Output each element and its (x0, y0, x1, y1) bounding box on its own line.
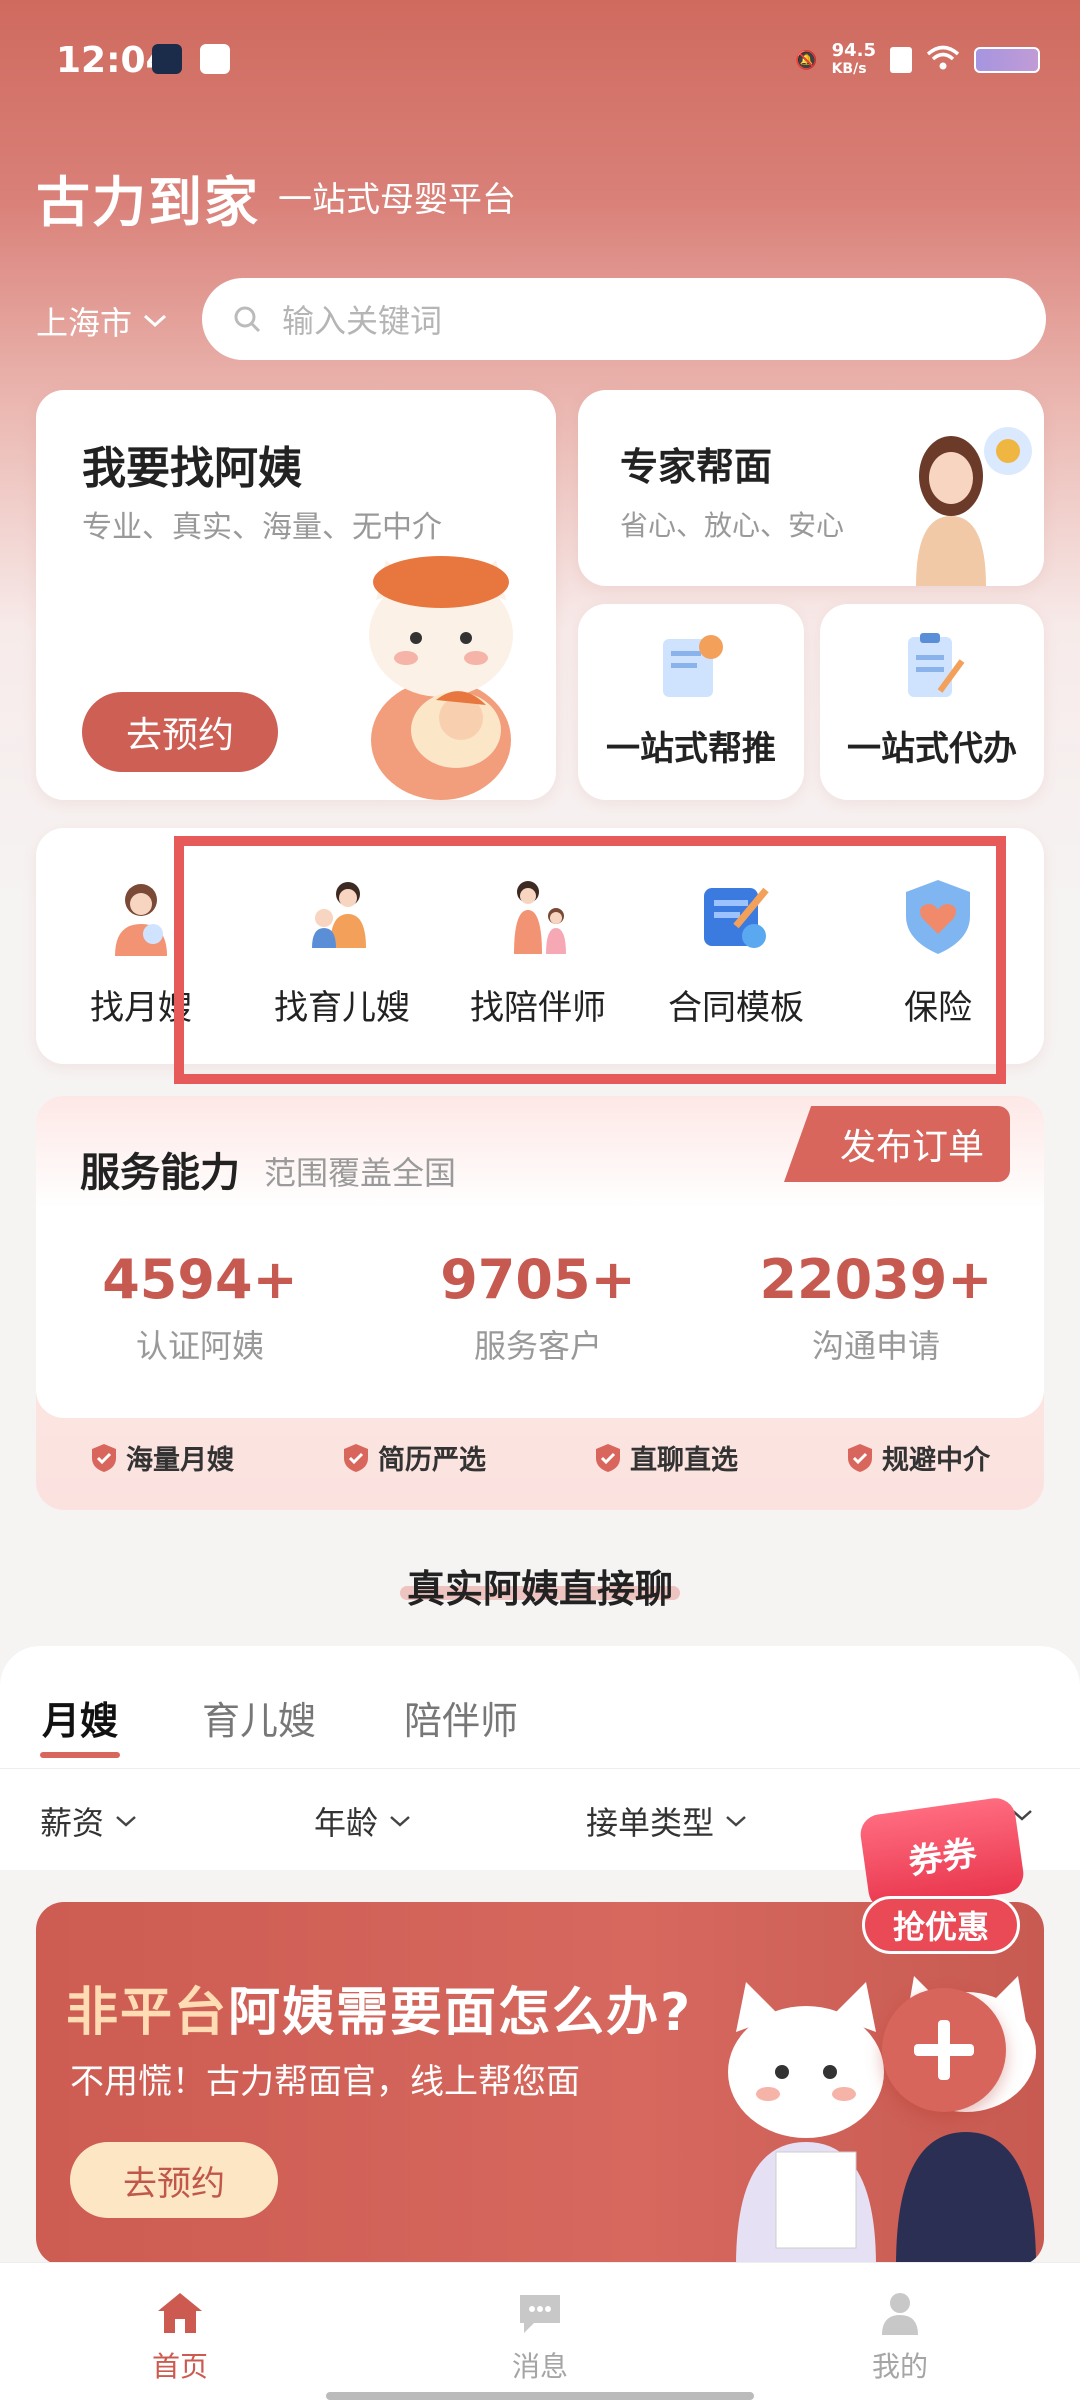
expert-subtitle: 省心、放心、安心 (620, 509, 845, 542)
badge-label: 简历严选 (378, 1445, 486, 1476)
nav-label: 我的 (871, 2350, 928, 2383)
clipboard-icon (908, 633, 965, 697)
status-right: 🔕 94.5 KB/s (795, 42, 1040, 78)
grab-coupon-button[interactable]: 抢优惠 (862, 1896, 1020, 1954)
gesture-home-bar[interactable] (326, 2392, 754, 2400)
tab-maternity-nurse[interactable]: 月嫂 (42, 1690, 118, 1745)
service-title: 服务能力 (80, 1150, 240, 1196)
stat-value: 9705+ (440, 1248, 636, 1311)
book-button[interactable]: 去预约 (82, 692, 278, 772)
brand-title: 古力到家 (36, 171, 260, 234)
city-label: 上海市 (36, 304, 133, 342)
badge: 直聊直选 (594, 1438, 738, 1477)
expert-woman-illustration (916, 427, 1032, 586)
chevron-down-icon (144, 314, 167, 328)
chevron-down-icon (390, 1816, 410, 1827)
net-unit: KB/s (831, 61, 867, 77)
service-subtitle: 范围覆盖全国 (264, 1154, 457, 1192)
stat-value: 4594+ (102, 1248, 298, 1311)
filter-salary[interactable]: 薪资 (40, 1798, 138, 1844)
filter-age[interactable]: 年龄 (314, 1798, 412, 1844)
expert-interview-card[interactable]: 专家帮面 省心、放心、安心 (578, 390, 1044, 586)
stat-certified-nannies: 4594+ 认证阿姨 (80, 1248, 320, 1367)
nav-messages[interactable]: 消息 (440, 2291, 640, 2385)
section-title: 真实阿姨直接聊 (406, 1567, 673, 1611)
app-notification-icon (152, 44, 182, 74)
publish-order-button[interactable]: 发布订单 (784, 1106, 1010, 1182)
highlight-box (174, 836, 1006, 1084)
cat-mascot-illustration (369, 556, 513, 800)
nav-home[interactable]: 首页 (80, 2291, 280, 2385)
bottom-nav: 首页 消息 我的 (0, 2262, 1080, 2408)
stat-communication-requests: 22039+ 沟通申请 (736, 1248, 1016, 1367)
shield-check-icon (344, 1443, 368, 1472)
active-tab-indicator (40, 1752, 120, 1758)
badge-label: 规避中介 (882, 1445, 990, 1476)
filter-label: 薪资 (40, 1804, 105, 1842)
add-fab-button[interactable] (882, 1988, 1006, 2112)
shield-check-icon (596, 1443, 620, 1472)
chevron-down-icon (116, 1816, 136, 1827)
one-stop-recommend-label: 一站式帮推 (606, 729, 776, 769)
badge: 简历严选 (342, 1438, 486, 1477)
banner-subtitle: 不用慌！古力帮面官，线上帮您面 (70, 2062, 580, 2102)
nav-profile[interactable]: 我的 (800, 2291, 1000, 2385)
sim-icon (890, 47, 912, 73)
coupon-gift-icon[interactable]: 券券 (858, 1795, 1026, 1913)
badge: 海量月嫂 (90, 1438, 234, 1477)
filter-order-type[interactable]: 接单类型 (586, 1798, 748, 1844)
stat-value: 22039+ (759, 1248, 993, 1311)
service-badges: 海量月嫂 简历严选 直聊直选 规避中介 (36, 1438, 1044, 1477)
home-icon (158, 2293, 202, 2333)
stat-label: 沟通申请 (811, 1327, 940, 1365)
badge: 规避中介 (846, 1438, 990, 1477)
shield-check-icon (848, 1443, 872, 1472)
search-bar[interactable]: 输入关键词 (202, 278, 1046, 360)
tab-companion[interactable]: 陪伴师 (404, 1690, 518, 1745)
search-icon (234, 306, 261, 333)
nav-label: 消息 (511, 2350, 568, 2383)
tab-nanny[interactable]: 育儿嫂 (202, 1690, 316, 1745)
one-stop-agency-card[interactable]: 一站式代办 (820, 604, 1044, 800)
filter-label: 接单类型 (586, 1804, 715, 1842)
stat-label: 认证阿姨 (135, 1327, 264, 1365)
calendar-notification-icon (200, 44, 230, 74)
wifi-icon (926, 45, 960, 76)
one-stop-agency-label: 一站式代办 (847, 729, 1017, 769)
expert-title: 专家帮面 (620, 445, 773, 489)
brand-slogan: 一站式母婴平台 (278, 180, 516, 220)
mother-baby-icon (115, 884, 167, 956)
nav-label: 首页 (151, 2350, 208, 2383)
stat-served-customers: 9705+ 服务客户 (418, 1248, 658, 1367)
banner-book-button[interactable]: 去预约 (70, 2142, 278, 2218)
find-nanny-title: 我要找阿姨 (82, 443, 302, 494)
cats-illustration (728, 1976, 1036, 2266)
banner-title-highlight: 非平台 (66, 1983, 229, 2043)
stat-label: 服务客户 (473, 1327, 602, 1365)
mute-icon: 🔕 (795, 49, 818, 71)
search-placeholder: 输入关键词 (282, 302, 443, 340)
city-selector[interactable]: 上海市 (36, 298, 168, 344)
badge-label: 海量月嫂 (126, 1445, 234, 1476)
battery-icon (974, 47, 1040, 73)
tabs-divider (0, 1768, 1080, 1769)
one-stop-recommend-card[interactable]: 一站式帮推 (578, 604, 804, 800)
certificate-icon (663, 635, 723, 697)
filter-label: 年龄 (314, 1804, 379, 1842)
badge-label: 直聊直选 (630, 1445, 738, 1476)
message-icon (520, 2295, 560, 2333)
net-speed: 94.5 (831, 40, 876, 61)
find-nanny-card[interactable]: 我要找阿姨 专业、真实、海量、无中介 去预约 (36, 390, 556, 800)
user-icon (882, 2293, 918, 2335)
banner-title: 非平台阿姨需要面怎么办? (66, 1970, 692, 2045)
shield-check-icon (92, 1443, 116, 1472)
banner-title-rest: 阿姨需要面怎么办? (228, 1983, 693, 2043)
chevron-down-icon (726, 1816, 746, 1827)
